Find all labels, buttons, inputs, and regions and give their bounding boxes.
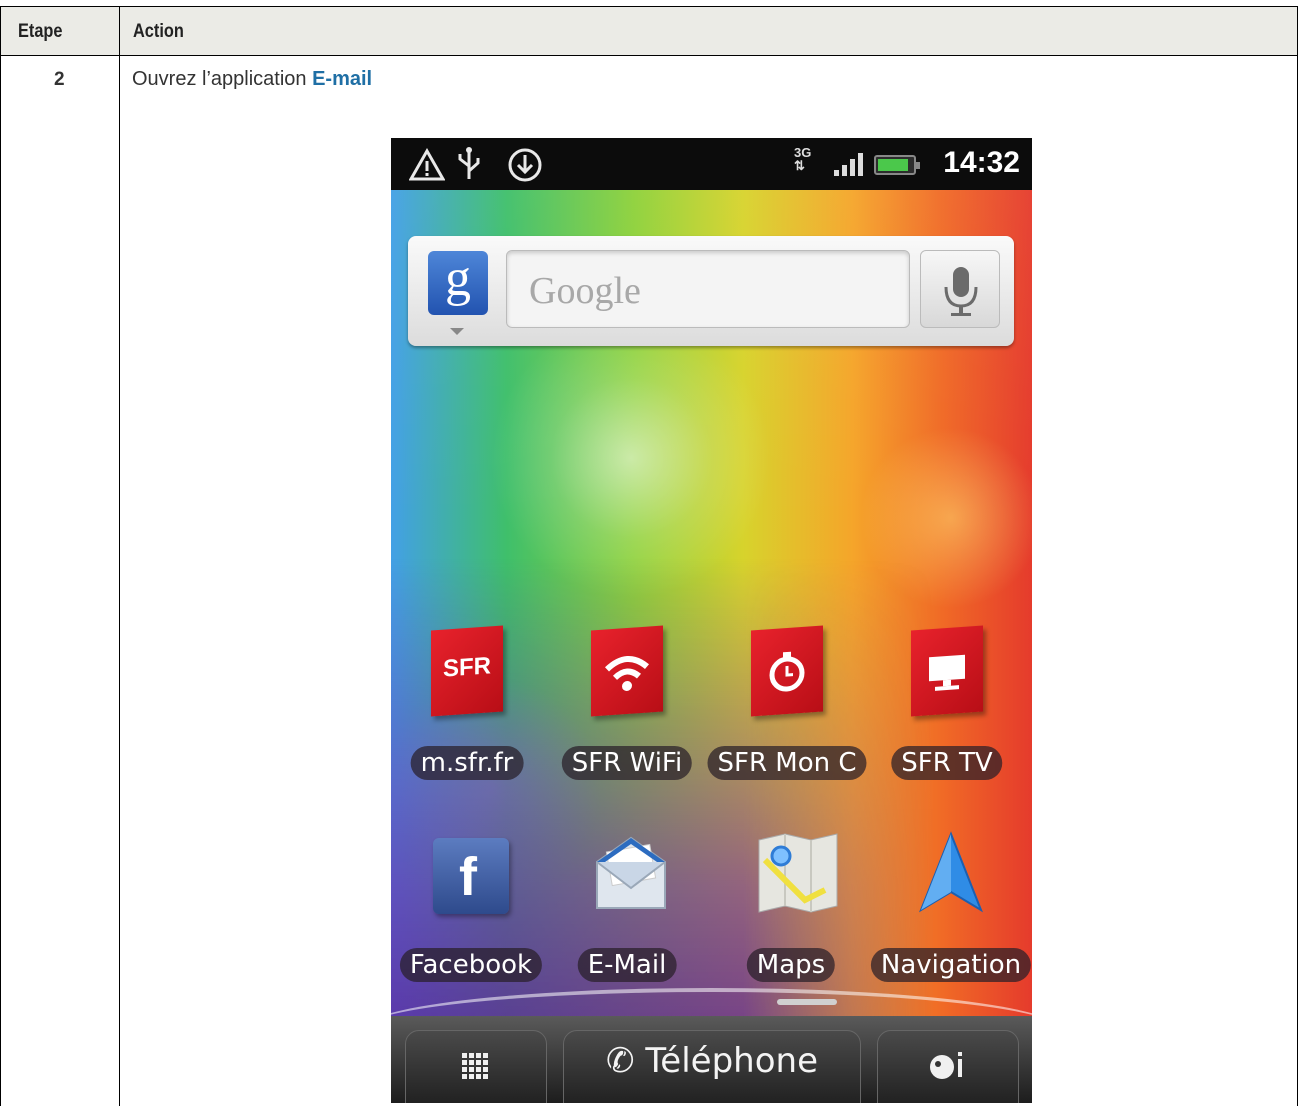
table-border-right [1297,6,1298,1106]
step-instruction: Ouvrez l’application E-mail [132,68,372,91]
app-label: Maps [746,948,836,982]
app-label: E-Mail [577,948,677,982]
table-header-row: Etape Action [0,6,1298,56]
tv-icon [911,625,983,717]
phone-handset-icon: ✆ [606,1041,635,1081]
usb-icon [458,147,480,179]
header-action: Action [133,21,184,42]
app-navigation[interactable]: Navigation [870,830,1032,1000]
app-label: SFR WiFi [561,746,693,780]
status-bar: 3G ⇅ 14:32 [391,138,1032,190]
network-type-label: 3G ⇅ [794,145,812,173]
warning-icon [409,148,445,181]
app-label: m.sfr.fr [410,746,524,780]
instruction-prefix: Ouvrez l’application [132,68,313,90]
status-time: 14:32 [943,146,1020,179]
dock-handle[interactable] [777,999,837,1005]
personalize-button[interactable] [877,1030,1019,1103]
phone-screenshot: 3G ⇅ 14:32 g Google SFR m.sfr.fr SFR WiF… [391,138,1032,1103]
step-number: 2 [54,69,65,90]
app-facebook[interactable]: f Facebook [399,830,543,1000]
download-icon [508,148,542,182]
app-e-mail[interactable]: E-Mail [557,830,697,1000]
header-step: Etape [18,21,63,42]
app-sfr-mon-compte[interactable]: SFR Mon C [707,625,867,798]
app-label: Facebook [399,948,543,982]
app-sfr-tv[interactable]: SFR TV [877,625,1017,798]
home-dock: ✆ Téléphone [391,988,1032,1103]
google-search-input[interactable]: Google [506,250,910,328]
facebook-icon: f [433,838,509,914]
sfr-logo-icon: SFR [431,625,503,717]
google-search-widget[interactable]: g Google [408,236,1014,346]
phone-dialer-button[interactable]: ✆ Téléphone [563,1030,861,1103]
app-sfr-wifi[interactable]: SFR WiFi [557,625,697,798]
search-placeholder: Google [529,270,641,312]
app-label: SFR TV [891,746,1003,780]
app-grid-icon [462,1053,488,1079]
app-label: SFR Mon C [707,746,867,780]
navigation-arrow-icon [915,830,987,916]
instruction-table: Etape Action 2 Ouvrez l’application E-ma… [0,0,1300,1106]
table-column-divider [119,6,120,1106]
chevron-down-icon[interactable] [450,328,464,335]
dock-phone-label: Téléphone [645,1041,818,1081]
wifi-icon [591,625,663,717]
google-logo-icon[interactable]: g [428,251,488,315]
app-maps[interactable]: Maps [721,830,861,1000]
stopwatch-icon [751,625,823,717]
app-label: Navigation [870,948,1032,982]
app-m-sfr-fr[interactable]: SFR m.sfr.fr [397,625,537,798]
maps-icon [755,830,838,916]
signal-icon [834,153,863,176]
email-envelope-icon [591,830,666,916]
all-apps-button[interactable] [405,1030,547,1103]
microphone-icon [944,267,978,316]
instruction-app-name: E-mail [312,68,373,90]
battery-charging-icon [874,155,920,175]
personalize-icon [930,1052,962,1079]
table-border-left [0,6,1,1106]
voice-search-button[interactable] [920,250,1000,328]
